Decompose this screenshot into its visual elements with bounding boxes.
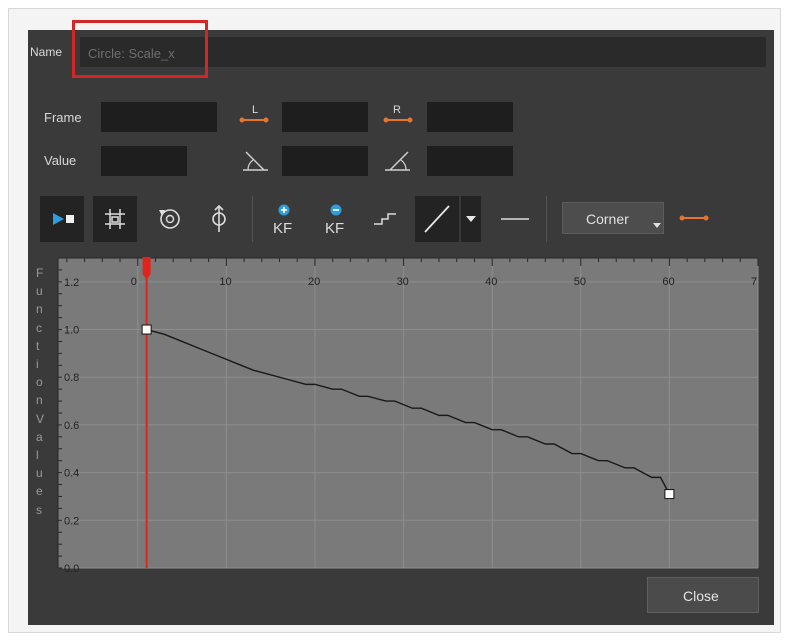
y-tick-label: 0.8	[64, 372, 79, 384]
x-tick-label: 40	[485, 276, 497, 288]
x-tick-label: 60	[662, 276, 674, 288]
y-tick-label: 1.0	[64, 325, 79, 337]
plot-background	[58, 258, 758, 568]
close-button-label: Close	[683, 588, 719, 604]
y-tick-label: 0.0	[64, 563, 79, 575]
x-tick-label: 50	[574, 276, 586, 288]
y-tick-label: 0.6	[64, 420, 79, 432]
x-tick-label: 0	[131, 276, 137, 288]
x-tick-label: 10	[219, 276, 231, 288]
x-tick-label: 7	[751, 276, 757, 288]
function-chart[interactable]: 0 10 20 30 40 50 60 7 0.0 0.2 0.4 0.6 0.8 1.0 1.2	[0, 0, 789, 641]
y-tick-label: 1.2	[64, 277, 79, 289]
y-tick-label: 0.4	[64, 468, 79, 480]
x-tick-label: 30	[397, 276, 409, 288]
x-tick-label: 20	[308, 276, 320, 288]
y-tick-label: 0.2	[64, 515, 79, 527]
keyframe-point	[141, 324, 152, 335]
keyframe-point	[664, 489, 675, 500]
